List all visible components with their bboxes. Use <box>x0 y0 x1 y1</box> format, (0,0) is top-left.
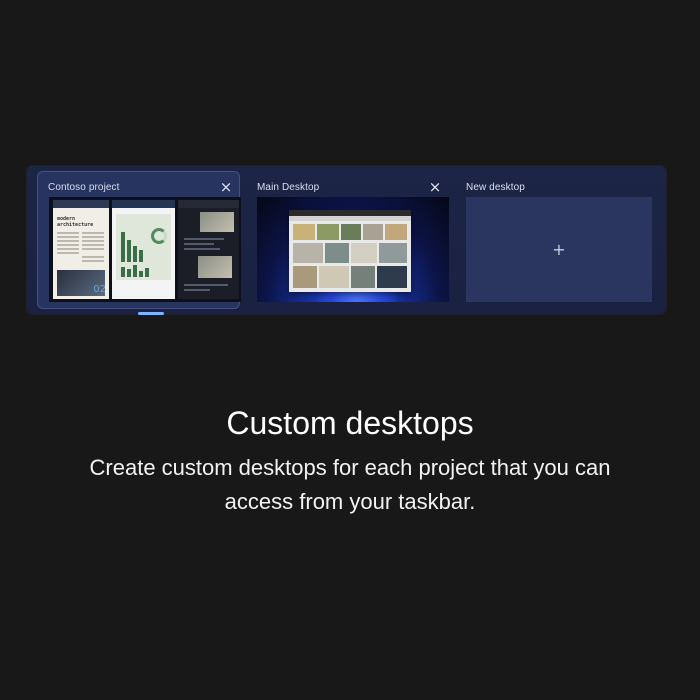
close-icon[interactable]: × <box>424 176 446 198</box>
desktop-thumbnail[interactable] <box>257 197 449 302</box>
chat-window-preview <box>178 200 239 299</box>
spreadsheet-window-preview <box>112 200 175 299</box>
document-window-preview: modern architecture 02 <box>53 200 109 299</box>
desktop-card-main-desktop[interactable]: Main Desktop × <box>246 171 449 309</box>
desktop-label: Main Desktop <box>257 182 320 193</box>
caption-description: Create custom desktops for each project … <box>89 455 611 514</box>
desktop-card-contoso-project[interactable]: Contoso project × modern architecture 02 <box>37 171 241 315</box>
desktop-label: Contoso project <box>48 182 120 193</box>
desktop-label: New desktop <box>466 182 525 193</box>
new-desktop-card[interactable]: New desktop + <box>455 171 658 309</box>
photos-window-preview <box>289 210 411 292</box>
plus-icon: + <box>552 240 566 259</box>
active-desktop-indicator <box>138 312 164 315</box>
close-icon[interactable]: × <box>215 176 237 198</box>
caption-title: Custom desktops <box>226 405 474 441</box>
document-page-number: 02 <box>93 284 106 295</box>
desktop-thumbnail[interactable]: modern architecture 02 <box>49 197 241 302</box>
task-view-desktop-strip: Contoso project × modern architecture 02… <box>27 166 666 315</box>
document-title-text: modern architecture <box>57 216 94 228</box>
new-desktop-button[interactable]: + <box>466 197 652 302</box>
